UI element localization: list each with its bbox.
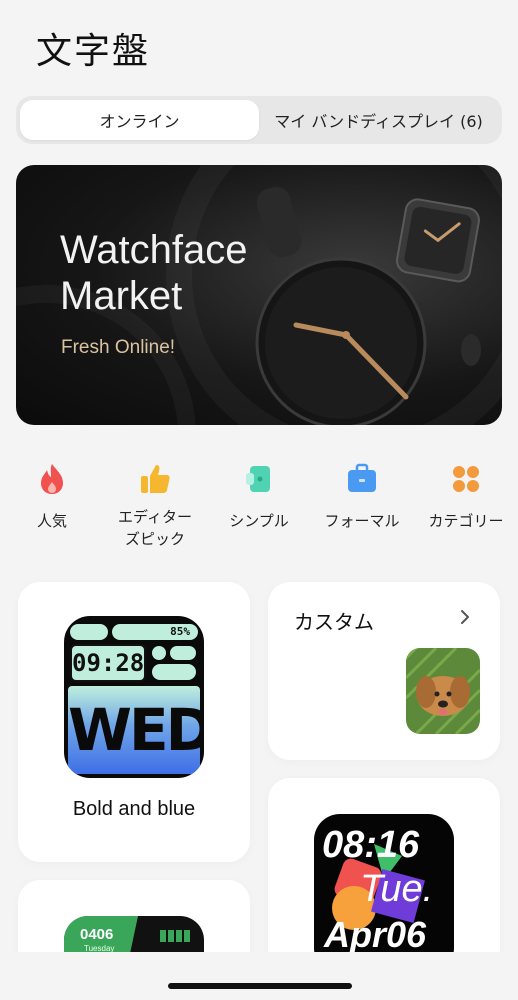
watchface-preview: 85% 09:28 WED: [64, 616, 204, 778]
custom-photo-thumbnail: [406, 648, 480, 734]
watchface-preview: 08:16 Tue. Apr06: [314, 814, 454, 974]
watchface-time: 0406: [80, 926, 114, 943]
watchface-card-colorful[interactable]: 08:16 Tue. Apr06: [268, 778, 500, 978]
category-label: エディター ズピック: [118, 508, 192, 548]
watchface-time: 08:16: [322, 824, 420, 866]
chevron-right-icon: [461, 610, 469, 624]
category-label: 人気: [36, 512, 67, 530]
category-label: シンプル: [229, 512, 289, 530]
tab-my-band-display[interactable]: マイ バンドディスプレイ (6): [259, 100, 498, 140]
category-simple[interactable]: シンプル: [207, 458, 311, 532]
watchface-card-bold-and-blue[interactable]: 85% 09:28 WED Bold and blue: [18, 582, 250, 862]
tab-online[interactable]: オンライン: [20, 100, 259, 140]
battery-percent: 85%: [112, 624, 198, 640]
watchface-market-banner[interactable]: Watchface Market Fresh Online!: [16, 165, 502, 425]
briefcase-icon: [348, 463, 376, 492]
category-label: カテゴリー: [428, 512, 504, 530]
category-categories[interactable]: カテゴリー: [414, 458, 518, 532]
custom-card[interactable]: カスタム: [268, 582, 500, 760]
bottom-safe-area: [0, 952, 518, 1000]
custom-title: カスタム: [294, 610, 374, 634]
watchface-time: 09:28: [70, 644, 146, 682]
tab-bar: オンライン マイ バンドディスプレイ (6): [16, 96, 502, 144]
watchface-day: Tue.: [360, 868, 434, 910]
watchface-date: Apr06: [324, 914, 427, 955]
category-label: フォーマル: [324, 512, 400, 530]
watchface-day: WED: [68, 686, 204, 774]
watchface-name: Bold and blue: [72, 798, 196, 820]
grid-icon: [453, 466, 479, 492]
battery-bars: [160, 930, 190, 942]
home-indicator[interactable]: [168, 983, 352, 989]
page-title: 文字盤: [36, 31, 151, 72]
banner-title: Watchface Market: [60, 228, 248, 318]
thumbs-up-icon: [141, 465, 170, 493]
banner-subtitle: Fresh Online!: [61, 337, 176, 358]
category-editors-pick[interactable]: エディター ズピック: [103, 458, 207, 550]
flame-icon: [41, 464, 63, 494]
category-formal[interactable]: フォーマル: [310, 458, 414, 532]
category-row: 人気 エディター ズピック シンプル フォーマル カテゴリー: [0, 458, 518, 558]
category-popular[interactable]: 人気: [0, 458, 104, 532]
simple-icon: [246, 466, 270, 492]
